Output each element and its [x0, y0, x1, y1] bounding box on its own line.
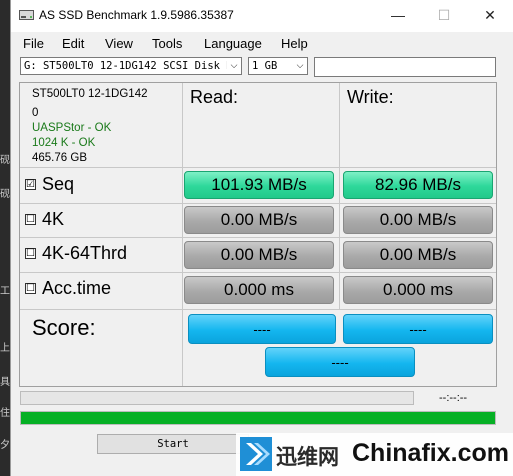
- test-4k-toggle[interactable]: ☐ 4K: [25, 209, 64, 230]
- menu-view[interactable]: View: [105, 36, 133, 51]
- grid-divider: [20, 203, 496, 204]
- driver-status: UASPStor - OK: [32, 122, 112, 134]
- background-fragment: 砚: [0, 155, 10, 166]
- score-write: ----: [343, 314, 493, 344]
- menu-language[interactable]: Language: [204, 36, 262, 51]
- chinafix-logo-icon: [240, 437, 272, 471]
- read-column-header: Read:: [190, 87, 239, 107]
- chevron-down-icon: ⌵: [293, 58, 307, 74]
- drive-select[interactable]: G: ST500LT0 12-1DG142 SCSI Disk D ⌵: [20, 57, 242, 75]
- grid-divider: [20, 237, 496, 238]
- alignment-status: 1024 K - OK: [32, 137, 96, 149]
- close-button[interactable]: ✕: [467, 0, 513, 30]
- maximize-button[interactable]: ☐: [421, 0, 467, 30]
- background-fragment: 工: [0, 286, 10, 297]
- app-window: AS SSD Benchmark 1.9.5986.35387 — ☐ ✕ Fi…: [10, 0, 513, 476]
- test-label: Seq: [42, 174, 75, 194]
- acctime-read-result: 0.000 ms: [184, 276, 334, 304]
- watermark-en: Chinafix.com: [352, 439, 509, 467]
- checkbox[interactable]: ☐: [25, 283, 36, 294]
- 4k-read-result: 0.00 MB/s: [184, 206, 334, 234]
- grid-divider: [182, 83, 183, 386]
- background-fragment: 砚: [0, 189, 10, 200]
- drive-model: ST500LT0 12-1DG142: [32, 88, 148, 100]
- drive-capacity: 465.76 GB: [32, 152, 87, 164]
- background-fragment: 具: [0, 377, 10, 388]
- seq-read-result: 101.93 MB/s: [184, 171, 334, 199]
- write-column-header: Write:: [347, 87, 394, 107]
- test-label: 4K: [42, 209, 65, 229]
- drive-select-value: G: ST500LT0 12-1DG142 SCSI Disk D: [24, 60, 233, 72]
- grid-divider: [20, 309, 496, 310]
- score-total: ----: [265, 347, 415, 377]
- test-label: 4K-64Thrd: [42, 243, 128, 263]
- grid-divider: [20, 167, 496, 168]
- minimize-icon: —: [391, 7, 405, 23]
- title-bar[interactable]: AS SSD Benchmark 1.9.5986.35387 — ☐ ✕: [11, 0, 513, 32]
- seq-write-result: 82.96 MB/s: [343, 171, 493, 199]
- start-button[interactable]: Start: [97, 434, 249, 454]
- menu-edit[interactable]: Edit: [62, 36, 84, 51]
- acctime-write-result: 0.000 ms: [343, 276, 493, 304]
- checkbox[interactable]: ☑: [25, 179, 36, 190]
- app-drive-icon: [19, 10, 34, 20]
- overall-progress-bar: [20, 411, 496, 425]
- close-icon: ✕: [484, 6, 496, 23]
- menu-file[interactable]: File: [23, 36, 44, 51]
- minimize-button[interactable]: —: [375, 0, 421, 30]
- score-read: ----: [188, 314, 336, 344]
- test-label: Acc.time: [42, 278, 112, 298]
- size-select[interactable]: 1 GB ⌵: [248, 57, 308, 75]
- grid-divider: [339, 83, 340, 309]
- background-fragment: 夕: [0, 440, 10, 451]
- menu-help[interactable]: Help: [281, 36, 308, 51]
- 4k64-read-result: 0.00 MB/s: [184, 241, 334, 269]
- 4k-write-result: 0.00 MB/s: [343, 206, 493, 234]
- chevron-down-icon: ⌵: [227, 58, 241, 74]
- elapsed-time: --:--:--: [439, 392, 468, 404]
- overall-progress-fill: [21, 412, 495, 424]
- maximize-icon: ☐: [437, 6, 451, 23]
- grid-divider: [20, 272, 496, 273]
- drive-model-suffix: 0: [32, 107, 39, 119]
- test-progress-bar: [20, 391, 414, 405]
- comment-input[interactable]: [314, 57, 496, 77]
- checkbox[interactable]: ☐: [25, 214, 36, 225]
- test-acctime-toggle[interactable]: ☐ Acc.time: [25, 278, 111, 299]
- results-panel: ST500LT0 12-1DG142 0 UASPStor - OK 1024 …: [19, 82, 497, 387]
- watermark-cn: 迅维网: [276, 445, 339, 469]
- score-label: Score:: [32, 315, 96, 340]
- watermark: 迅维网 Chinafix.com: [236, 433, 513, 476]
- 4k64-write-result: 0.00 MB/s: [343, 241, 493, 269]
- background-fragment: 上: [0, 343, 10, 354]
- size-select-value: 1 GB: [252, 60, 278, 72]
- window-title: AS SSD Benchmark 1.9.5986.35387: [39, 8, 234, 22]
- menu-tools[interactable]: Tools: [152, 36, 182, 51]
- test-seq-toggle[interactable]: ☑ Seq: [25, 174, 74, 195]
- test-4k64-toggle[interactable]: ☐ 4K-64Thrd: [25, 243, 127, 264]
- checkbox[interactable]: ☐: [25, 248, 36, 259]
- menu-bar: File Edit View Tools Language Help: [11, 34, 513, 54]
- background-fragment: 住: [0, 408, 10, 419]
